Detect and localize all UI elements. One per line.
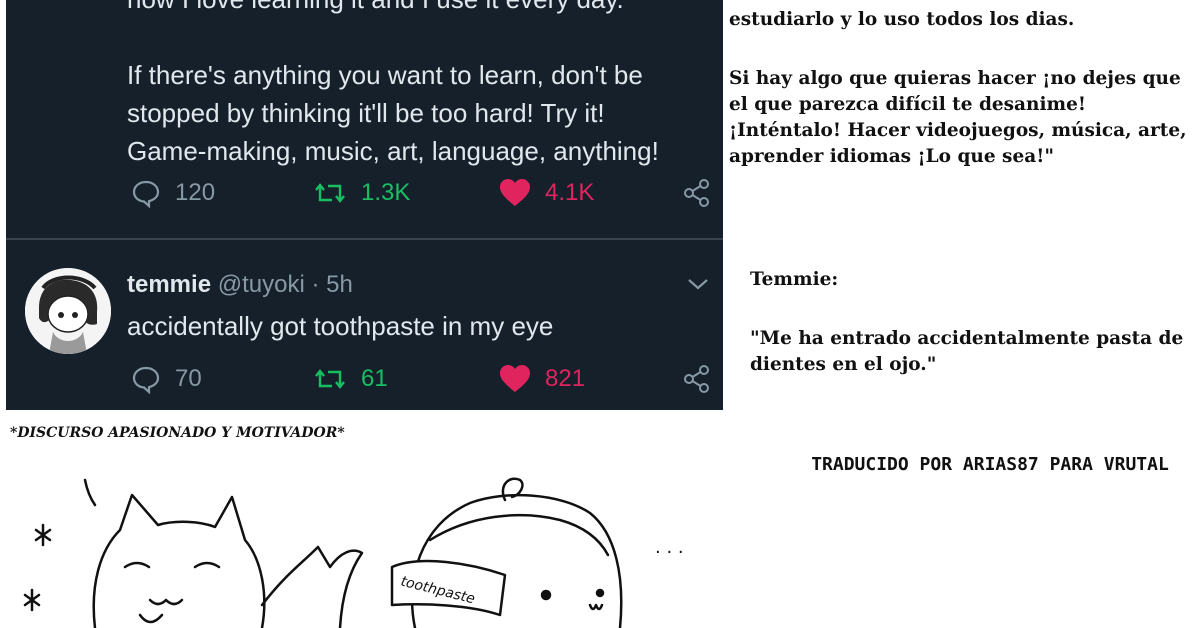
retweet-button[interactable]: 61 <box>313 359 388 399</box>
tweet-actions: 120 1.3K 4.1K <box>6 173 723 213</box>
ellipsis-dots: . . . <box>655 537 684 558</box>
sparkle-icon <box>23 588 41 612</box>
chevron-down-icon[interactable] <box>686 276 710 297</box>
cat-mouth <box>138 613 164 624</box>
like-count: 4.1K <box>545 179 595 206</box>
character-mouth <box>588 603 604 611</box>
translation-author: Temmie: <box>750 269 839 290</box>
retweet-count: 61 <box>361 365 388 392</box>
comic-illustration: toothpaste . . . <box>23 477 684 628</box>
cat-tail <box>260 545 364 628</box>
hair-fringe <box>428 513 610 557</box>
character-eye <box>595 588 605 598</box>
cat-mouth <box>148 598 184 606</box>
translation-paragraph-1: estudiarlo y lo uso todos los dias. <box>729 9 1075 30</box>
share-icon <box>684 179 709 207</box>
share-button[interactable] <box>682 359 712 399</box>
tweet-text-cut-line: now I love learning it and I use it ever… <box>127 0 624 14</box>
translation-quote: "Me ha entrado accidentalmente pasta de … <box>750 328 1184 375</box>
avatar-drawing <box>25 268 111 354</box>
reply-text: accidentally got toothpaste in my eye <box>127 311 554 341</box>
translation-paragraph-2: Si hay algo que quieras hacer ¡no dejes … <box>729 68 1187 167</box>
tweet-body: If there's anything you want to learn, d… <box>127 60 659 166</box>
share-button[interactable] <box>682 173 712 213</box>
reply-button[interactable]: 70 <box>131 359 202 399</box>
tweet-thread-panel: now I love learning it and I use it ever… <box>6 0 723 410</box>
like-button[interactable]: 821 <box>499 359 585 399</box>
retweet-icon <box>315 369 345 389</box>
reply-count: 120 <box>175 179 216 206</box>
heart-icon <box>500 179 530 206</box>
sparkle-icon <box>34 523 52 547</box>
like-button[interactable]: 4.1K <box>499 173 594 213</box>
reply-handle-time: @tuyoki · 5h <box>211 271 353 298</box>
comic-caption: *DISCURSO APASIONADO Y MOTIVADOR* <box>10 425 345 441</box>
reply-icon <box>132 180 160 208</box>
avatar[interactable] <box>25 268 111 354</box>
reply-actions: 70 61 821 <box>6 359 723 399</box>
reply-icon <box>132 366 160 394</box>
reply-author-name[interactable]: temmie <box>127 271 211 298</box>
share-icon <box>684 365 709 393</box>
cat-eye <box>123 561 151 569</box>
reply-button[interactable]: 120 <box>131 173 215 213</box>
like-count: 821 <box>545 365 586 392</box>
motion-line <box>83 478 97 507</box>
reply-count: 70 <box>175 365 202 392</box>
translator-credit: TRADUCIDO POR ARIAS87 PARA VRUTAL <box>811 454 1169 475</box>
retweet-icon <box>315 183 345 203</box>
retweet-button[interactable]: 1.3K <box>313 173 410 213</box>
heart-icon <box>500 365 530 392</box>
cat-eye <box>193 561 221 569</box>
tweet-divider <box>6 238 723 240</box>
tweet-text: now I love learning it and I use it ever… <box>127 0 717 170</box>
retweet-count: 1.3K <box>361 179 411 206</box>
cat-head <box>92 493 266 628</box>
reply-header: temmie @tuyoki · 5h <box>127 268 353 302</box>
hair-tuft <box>501 477 524 502</box>
character-eye <box>540 589 552 601</box>
